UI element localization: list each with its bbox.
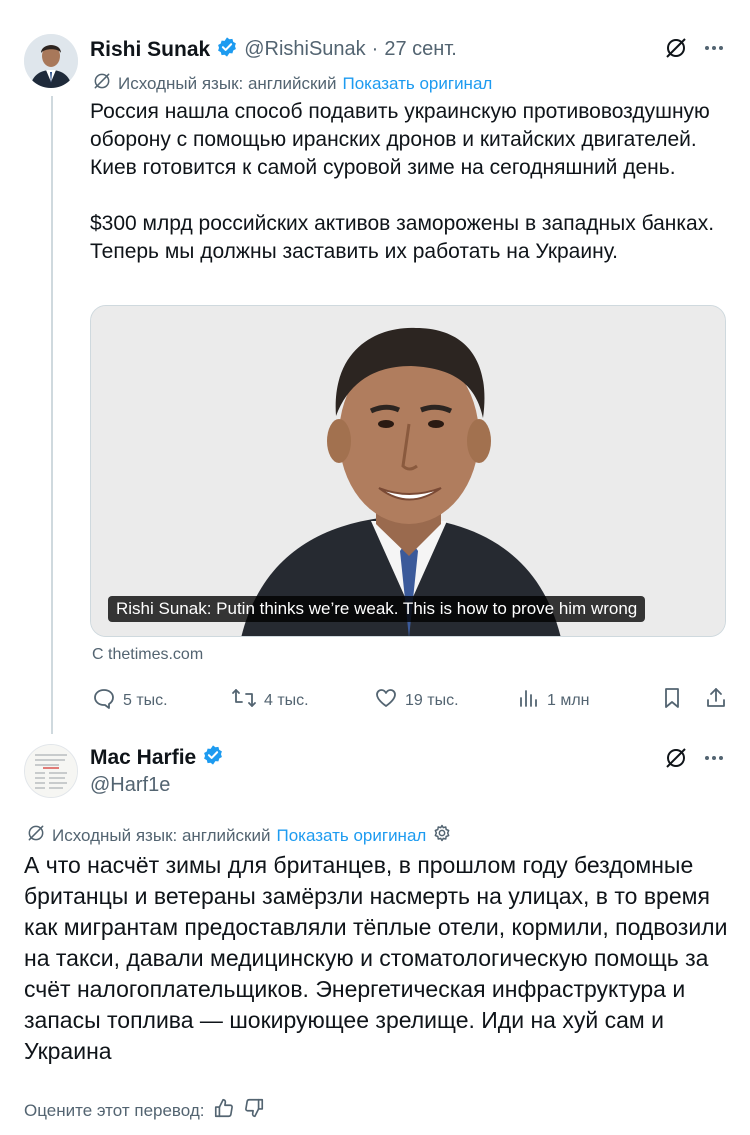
translation-note: Исходный язык: английский — [52, 825, 271, 845]
share-icon[interactable] — [704, 686, 728, 715]
translation-note: Исходный язык: английский — [118, 73, 337, 93]
reply-icon — [92, 686, 116, 715]
settings-gear-icon[interactable] — [432, 823, 452, 848]
link-card[interactable] — [90, 305, 726, 637]
avatar-document-image — [25, 745, 77, 797]
rate-translation: Оцените этот перевод: — [24, 1097, 265, 1124]
repost-icon — [231, 686, 257, 715]
avatar[interactable] — [24, 744, 78, 798]
card-source[interactable]: С thetimes.com — [92, 646, 203, 664]
translate-icon — [92, 71, 112, 96]
verified-badge-icon — [202, 744, 224, 771]
verified-badge-icon — [216, 36, 238, 63]
card-title[interactable]: Rishi Sunak: Putin thinks we’re weak. Th… — [108, 596, 646, 622]
show-original-link[interactable]: Показать оригинал — [276, 826, 426, 846]
avatar-photo — [24, 34, 78, 88]
grok-icon[interactable] — [664, 36, 688, 65]
translation-info: Исходный язык: английский Показать ориги… — [92, 71, 492, 96]
tweet2-header: Mac Harfie — [90, 744, 230, 771]
like-count: 19 тыс. — [405, 691, 459, 709]
rate-translation-label: Оцените этот перевод: — [24, 1100, 205, 1120]
thread-connector — [51, 96, 53, 734]
like-button[interactable]: 19 тыс. — [374, 686, 459, 715]
heart-icon — [374, 686, 398, 715]
bookmark-icon[interactable] — [660, 686, 684, 715]
separator-dot: · — [371, 38, 379, 60]
avatar[interactable] — [24, 34, 78, 88]
translation-info: Исходный язык: английский Показать ориги… — [26, 823, 452, 848]
tweet-date[interactable]: 27 сент. — [384, 38, 456, 61]
translate-icon — [26, 823, 46, 848]
views-chart-icon — [518, 686, 540, 715]
author-handle[interactable]: @Harf1e — [90, 774, 170, 797]
thumbs-down-icon[interactable] — [243, 1097, 265, 1124]
card-image — [91, 306, 725, 636]
reply-button[interactable]: 5 тыс. — [92, 686, 168, 715]
author-name[interactable]: Mac Harfie — [90, 746, 196, 770]
more-options-icon[interactable] — [702, 746, 726, 775]
tweet-text: Россия нашла способ подавить украинскую … — [90, 100, 715, 263]
views-button[interactable]: 1 млн — [518, 686, 590, 715]
repost-button[interactable]: 4 тыс. — [231, 686, 309, 715]
grok-icon[interactable] — [664, 746, 688, 775]
tweet1-header: Rishi Sunak @RishiSunak · 27 сент. — [90, 36, 457, 63]
show-original-link[interactable]: Показать оригинал — [342, 74, 492, 94]
more-options-icon[interactable] — [702, 36, 726, 65]
tweet-text: А что насчёт зимы для британцев, в прошл… — [24, 852, 728, 1064]
reply-count: 5 тыс. — [123, 691, 168, 709]
author-name[interactable]: Rishi Sunak — [90, 38, 210, 62]
thumbs-up-icon[interactable] — [213, 1097, 235, 1124]
views-count: 1 млн — [547, 691, 590, 709]
repost-count: 4 тыс. — [264, 691, 309, 709]
author-handle[interactable]: @RishiSunak — [244, 38, 365, 61]
